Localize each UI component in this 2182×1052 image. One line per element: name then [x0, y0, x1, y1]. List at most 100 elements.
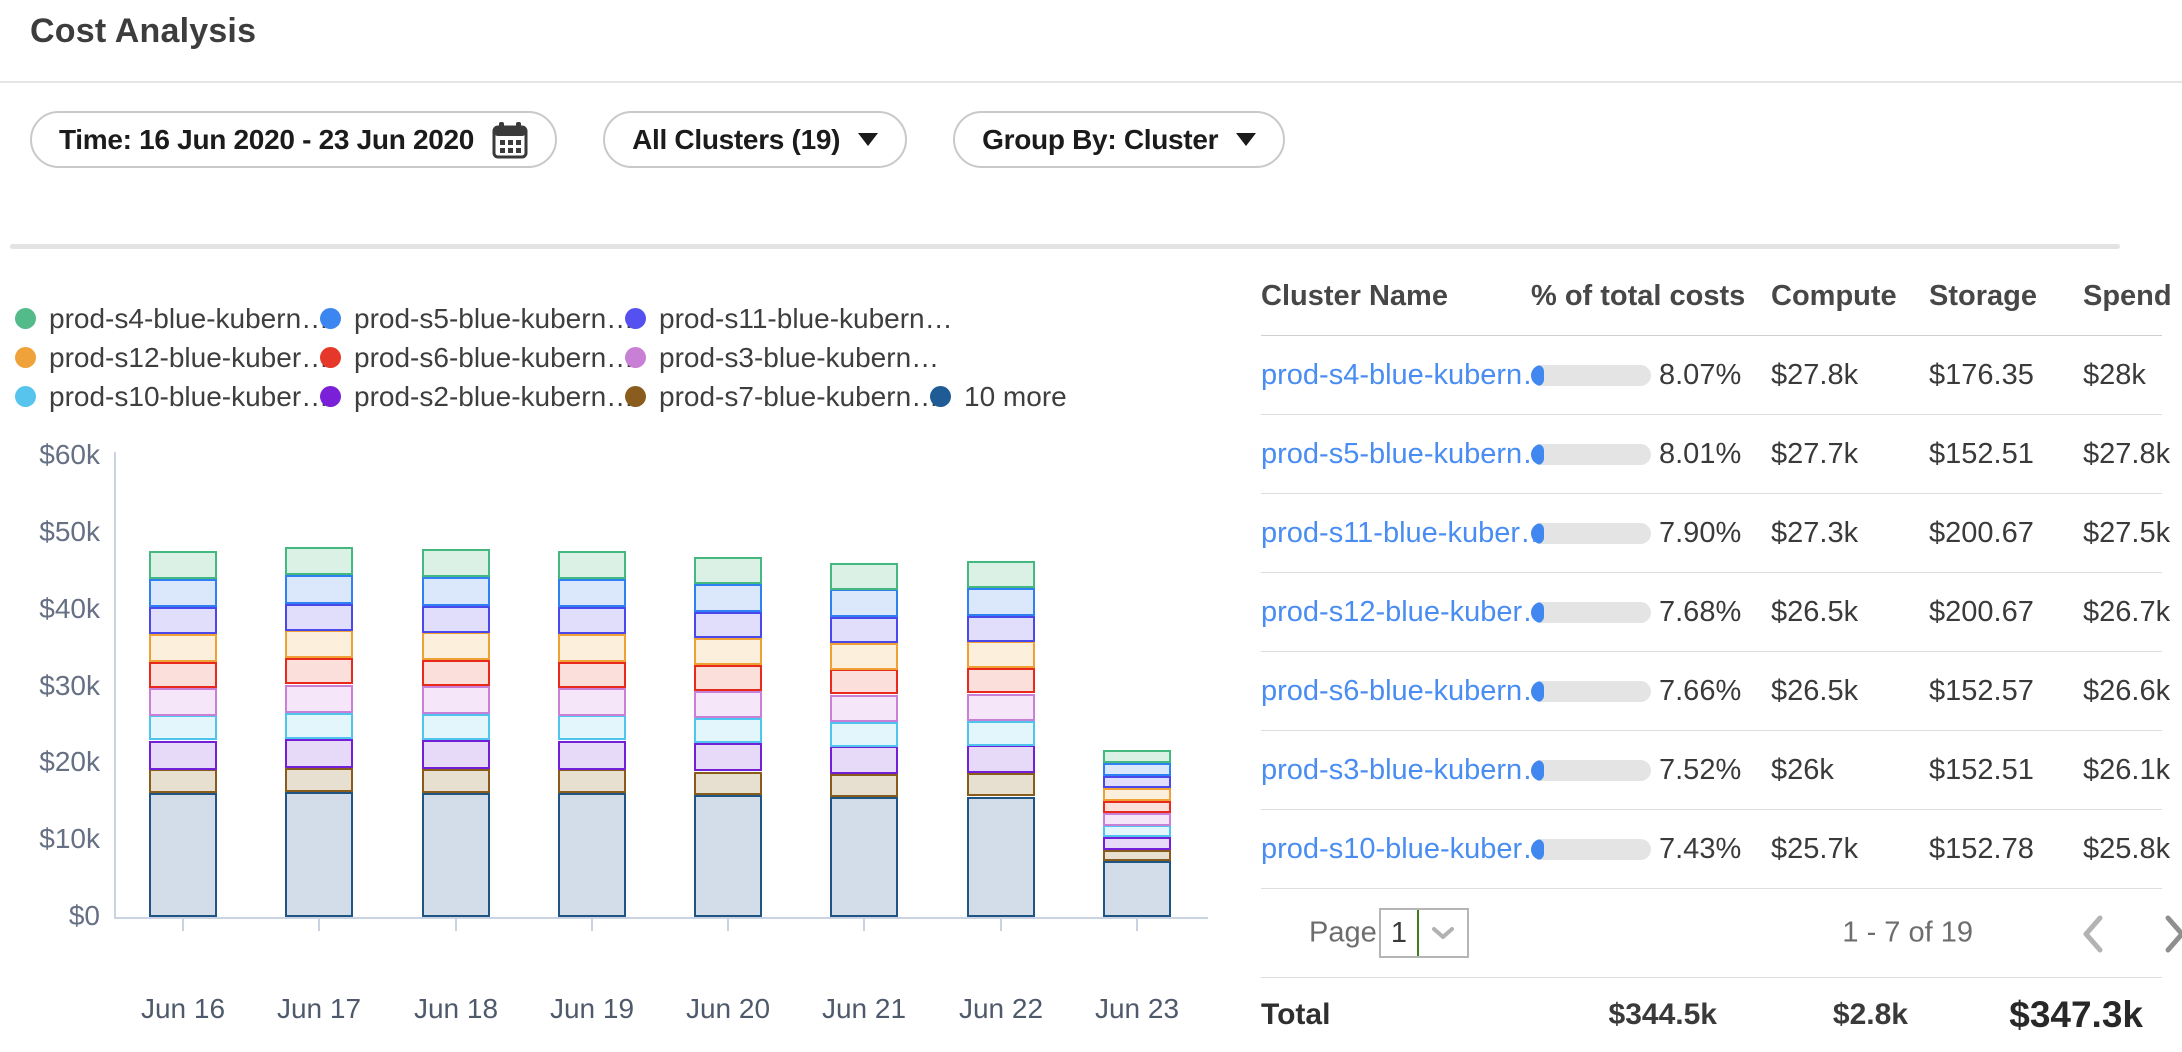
bar-segment[interactable]: [830, 643, 898, 670]
bar-segment[interactable]: [694, 612, 762, 638]
bar-segment[interactable]: [285, 604, 353, 631]
bar-segment[interactable]: [830, 563, 898, 590]
bar-segment[interactable]: [285, 630, 353, 658]
bar-segment[interactable]: [422, 793, 490, 917]
bar-segment[interactable]: [558, 715, 626, 740]
bar-segment[interactable]: [694, 557, 762, 584]
bar-segment[interactable]: [285, 768, 353, 792]
bar-segment[interactable]: [694, 718, 762, 743]
pct-bar-fill: [1531, 681, 1544, 702]
cluster-link[interactable]: prod-s12-blue-kuber…: [1261, 596, 1531, 629]
bar-segment[interactable]: [422, 606, 490, 633]
bar-segment[interactable]: [967, 588, 1035, 616]
bar-segment[interactable]: [558, 793, 626, 917]
bar-segment[interactable]: [558, 662, 626, 688]
bar-segment[interactable]: [285, 713, 353, 739]
bar-segment[interactable]: [558, 634, 626, 662]
bar-segment[interactable]: [149, 793, 217, 917]
bar-segment[interactable]: [1103, 813, 1171, 826]
bar-segment[interactable]: [830, 617, 898, 643]
bar-segment[interactable]: [149, 551, 217, 579]
bar-segment[interactable]: [694, 743, 762, 771]
bar-segment[interactable]: [285, 792, 353, 917]
bar-segment[interactable]: [422, 577, 490, 606]
bar-segment[interactable]: [149, 579, 217, 607]
bar-segment[interactable]: [285, 658, 353, 684]
bar-segment[interactable]: [967, 616, 1035, 642]
bar-segment[interactable]: [830, 797, 898, 917]
bar-segment[interactable]: [830, 746, 898, 774]
bar-segment[interactable]: [694, 795, 762, 917]
compute-value: $25.7k: [1771, 833, 1929, 866]
bar-segment[interactable]: [967, 641, 1035, 668]
table-row: prod-s3-blue-kubern…7.52%$26k$152.51$26.…: [1261, 731, 2162, 810]
page-select-value: 1: [1381, 917, 1417, 950]
bar-segment[interactable]: [558, 579, 626, 607]
bar-segment[interactable]: [830, 695, 898, 722]
bar-segment[interactable]: [1103, 801, 1171, 813]
cluster-link[interactable]: prod-s6-blue-kubern…: [1261, 675, 1531, 708]
bar-segment[interactable]: [967, 721, 1035, 746]
bar-segment[interactable]: [967, 745, 1035, 773]
bar-segment[interactable]: [285, 575, 353, 604]
x-axis-tick: [727, 919, 729, 931]
bar-segment[interactable]: [422, 686, 490, 714]
bar-segment[interactable]: [149, 688, 217, 716]
bar-segment[interactable]: [694, 772, 762, 795]
cluster-link[interactable]: prod-s11-blue-kuber…: [1261, 517, 1531, 550]
bar-segment[interactable]: [830, 589, 898, 617]
bar-segment[interactable]: [149, 607, 217, 634]
bar-segment[interactable]: [558, 769, 626, 793]
table-row: prod-s6-blue-kubern…7.66%$26.5k$152.57$2…: [1261, 652, 2162, 731]
bar-segment[interactable]: [558, 688, 626, 716]
bar-segment[interactable]: [1103, 763, 1171, 776]
bar-segment[interactable]: [149, 741, 217, 770]
cluster-link[interactable]: prod-s4-blue-kubern…: [1261, 359, 1531, 392]
bar-segment[interactable]: [149, 662, 217, 688]
bar-segment[interactable]: [1103, 861, 1171, 917]
prev-page-button[interactable]: [2078, 913, 2108, 955]
bar-segment[interactable]: [1103, 837, 1171, 850]
bar-segment[interactable]: [285, 547, 353, 575]
bar-segment[interactable]: [1103, 788, 1171, 801]
next-page-button[interactable]: [2160, 913, 2182, 955]
bar-segment[interactable]: [149, 634, 217, 662]
bar-segment[interactable]: [558, 607, 626, 634]
bar-segment[interactable]: [558, 741, 626, 770]
bar-segment[interactable]: [830, 774, 898, 797]
bar-segment[interactable]: [967, 668, 1035, 693]
bar-segment[interactable]: [285, 685, 353, 713]
bar-segment[interactable]: [422, 549, 490, 577]
bar-segment[interactable]: [149, 715, 217, 740]
cluster-link[interactable]: prod-s3-blue-kubern…: [1261, 754, 1531, 787]
bar-segment[interactable]: [694, 665, 762, 691]
bar-segment[interactable]: [422, 660, 490, 686]
cluster-link[interactable]: prod-s10-blue-kuber…: [1261, 833, 1531, 866]
total-row: Total $344.5k $2.8k $347.3k: [1261, 978, 2162, 1052]
page-select[interactable]: 1: [1379, 908, 1469, 958]
bar-segment[interactable]: [830, 669, 898, 694]
bar-segment[interactable]: [694, 584, 762, 612]
bar-segment[interactable]: [285, 739, 353, 768]
bar-segment[interactable]: [558, 551, 626, 579]
bar-segment[interactable]: [149, 769, 217, 793]
bar-segment[interactable]: [967, 561, 1035, 588]
bar-segment[interactable]: [830, 722, 898, 747]
bar-segment[interactable]: [694, 691, 762, 718]
bar-segment[interactable]: [967, 797, 1035, 917]
bar-segment[interactable]: [1103, 776, 1171, 788]
bar-segment[interactable]: [422, 714, 490, 740]
bar-segment[interactable]: [422, 632, 490, 660]
bar-segment[interactable]: [1103, 825, 1171, 837]
y-axis-label: $10k: [0, 823, 100, 855]
bar-segment[interactable]: [967, 773, 1035, 796]
cluster-link[interactable]: prod-s5-blue-kubern…: [1261, 438, 1531, 471]
storage-value: $152.51: [1929, 438, 2083, 471]
bar-segment[interactable]: [1103, 850, 1171, 861]
bar-segment[interactable]: [422, 740, 490, 769]
col-spend: Spend: [2083, 280, 2172, 313]
bar-segment[interactable]: [694, 638, 762, 665]
bar-segment[interactable]: [1103, 750, 1171, 763]
bar-segment[interactable]: [967, 694, 1035, 721]
bar-segment[interactable]: [422, 769, 490, 793]
